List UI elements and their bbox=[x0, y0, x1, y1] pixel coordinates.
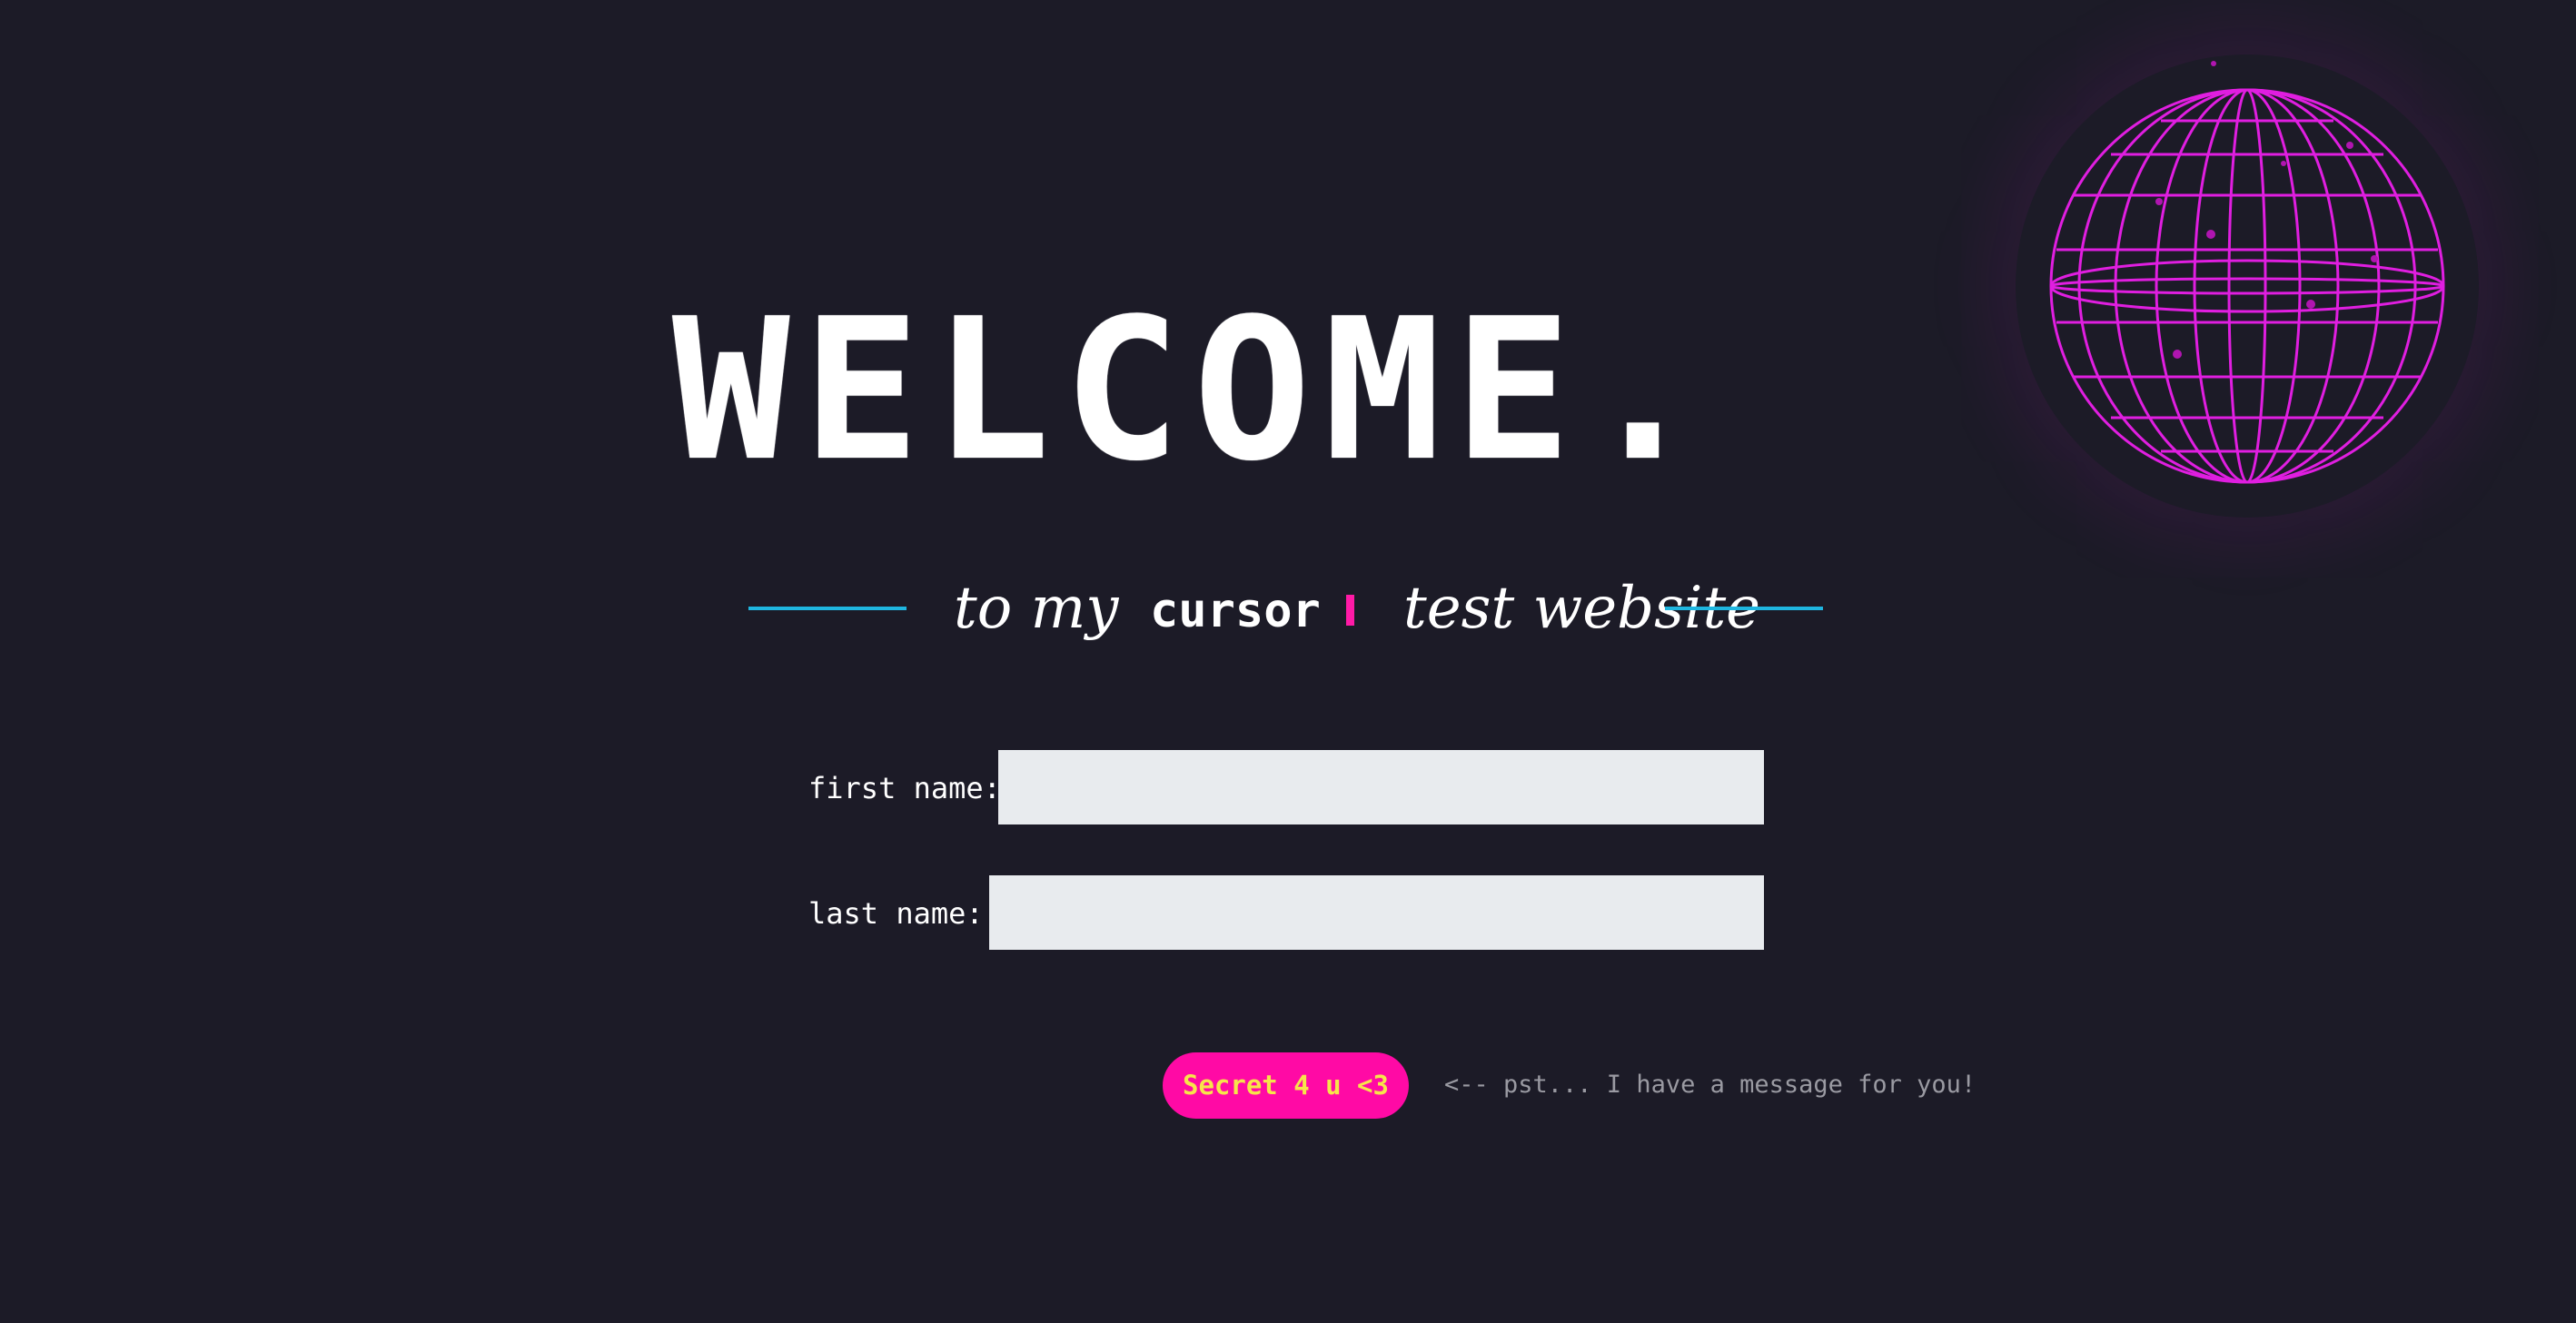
last-name-label: last name: bbox=[808, 896, 984, 931]
globe-svg bbox=[2049, 61, 2445, 484]
hint-text: <-- pst... I have a message for you! bbox=[1444, 1071, 1977, 1099]
secret-button[interactable]: Secret 4 u <3 bbox=[1163, 1052, 1409, 1119]
page-title: WELCOME. bbox=[672, 276, 1715, 504]
first-name-input[interactable] bbox=[998, 750, 1764, 824]
subtitle-line-left bbox=[748, 607, 907, 610]
first-name-label: first name: bbox=[808, 771, 1001, 805]
subtitle-line-right bbox=[1665, 607, 1823, 610]
wireframe-globe-icon bbox=[2016, 54, 2479, 518]
page: WELCOME. to my cursor test website first… bbox=[0, 0, 2576, 1323]
globe-outline bbox=[2049, 88, 2445, 484]
last-name-input[interactable] bbox=[989, 875, 1764, 950]
subtitle-typed-word: cursor bbox=[1150, 584, 1321, 638]
typing-caret bbox=[1346, 595, 1354, 626]
subtitle-prefix: to my bbox=[954, 575, 1119, 642]
